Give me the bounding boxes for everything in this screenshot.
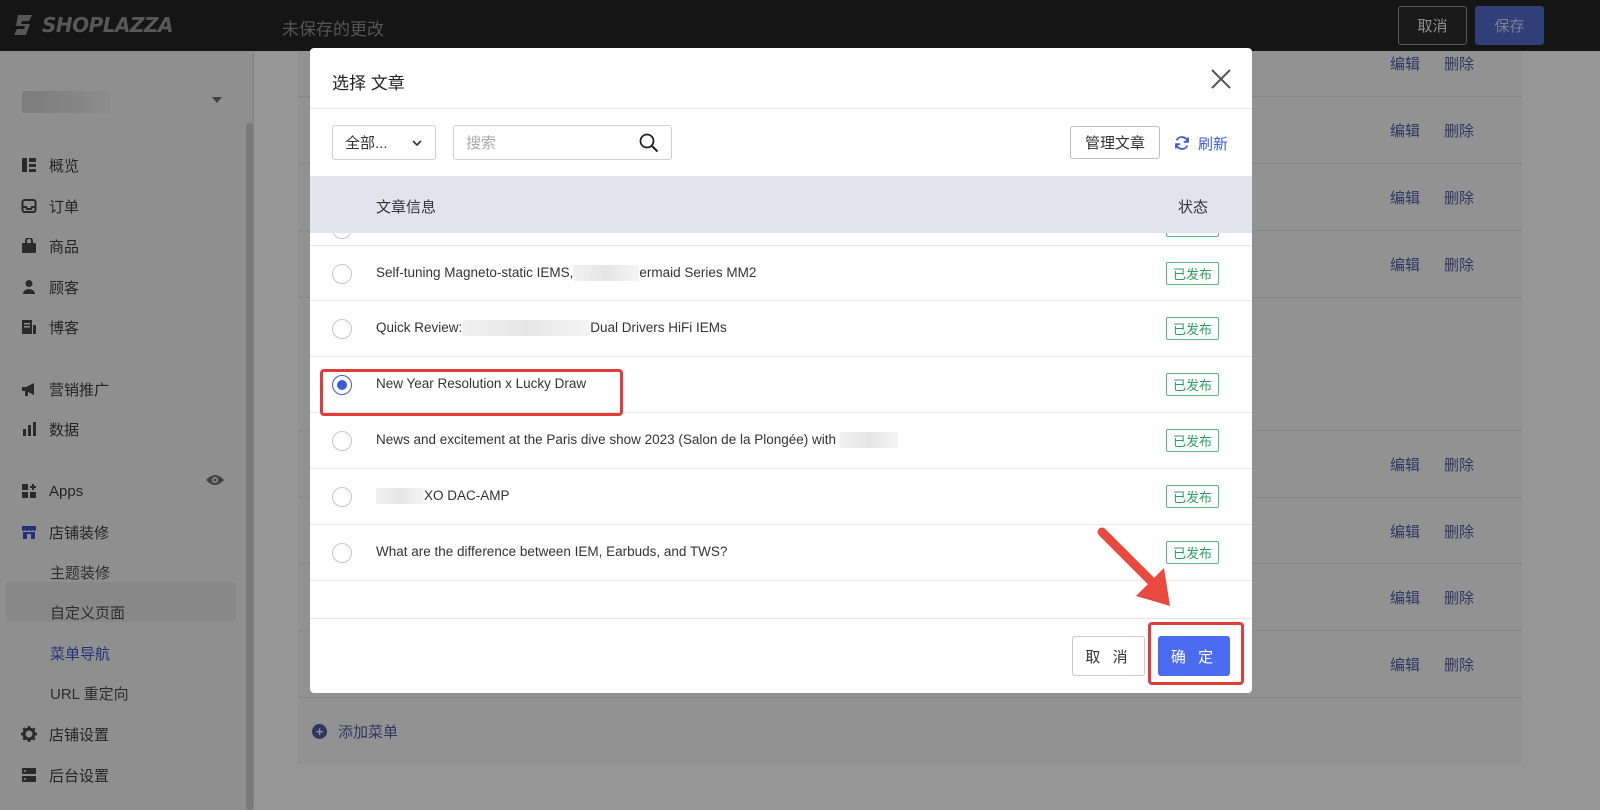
annotation-highlight-confirm bbox=[1148, 622, 1244, 685]
radio-button[interactable] bbox=[332, 543, 352, 563]
radio-button[interactable] bbox=[332, 487, 352, 507]
search-field[interactable] bbox=[453, 125, 672, 160]
search-input[interactable] bbox=[466, 133, 626, 153]
radio-button[interactable] bbox=[332, 431, 352, 451]
status-badge: 已发布 bbox=[1166, 373, 1219, 396]
table-row[interactable]: Self-tuning Magneto-static IEMS, ermaid S… bbox=[310, 245, 1252, 301]
status-badge: 已发布 bbox=[1166, 262, 1219, 285]
status-filter-select[interactable]: 全部... bbox=[332, 125, 436, 160]
column-header-status: 状态 bbox=[1178, 199, 1209, 216]
dialog-title: 选择 文章 bbox=[332, 74, 405, 93]
refresh-label: 刷新 bbox=[1198, 135, 1229, 153]
status-badge bbox=[1166, 233, 1219, 237]
radio-button[interactable] bbox=[332, 264, 352, 284]
filter-value: 全部... bbox=[345, 135, 388, 152]
article-title: XO DAC-AMP bbox=[376, 488, 510, 505]
chevron-down-icon bbox=[412, 140, 422, 147]
refresh-button[interactable]: 刷新 bbox=[1174, 132, 1228, 154]
manage-articles-button[interactable]: 管理文章 bbox=[1070, 126, 1160, 159]
dialog-header: 选择 文章 bbox=[310, 48, 1252, 109]
radio-button[interactable] bbox=[332, 319, 352, 339]
status-badge: 已发布 bbox=[1166, 485, 1219, 508]
close-icon[interactable] bbox=[1209, 67, 1233, 91]
redacted-text bbox=[840, 432, 899, 449]
status-badge: 已发布 bbox=[1166, 317, 1219, 340]
article-title: Self-tuning Magneto-static IEMS, ermaid S… bbox=[376, 265, 757, 282]
dialog-footer: 取 消 确 定 bbox=[310, 618, 1252, 693]
search-icon[interactable] bbox=[639, 133, 659, 153]
column-header-info: 文章信息 bbox=[376, 199, 437, 216]
table-row[interactable]: XO DAC-AMP 已发布 bbox=[310, 469, 1252, 525]
annotation-highlight-selected-row bbox=[320, 369, 623, 416]
table-row[interactable]: News and excitement at the Paris dive sh… bbox=[310, 413, 1252, 469]
article-title: Quick Review: Dual Drivers HiFi IEMs bbox=[376, 320, 727, 337]
refresh-icon bbox=[1175, 136, 1189, 150]
status-badge: 已发布 bbox=[1166, 429, 1219, 452]
redacted-text bbox=[376, 488, 424, 505]
annotation-arrow-icon bbox=[1097, 527, 1170, 606]
table-row[interactable]: Quick Review: Dual Drivers HiFi IEMs 已发布 bbox=[310, 301, 1252, 357]
article-title: News and excitement at the Paris dive sh… bbox=[376, 432, 899, 449]
radio-button[interactable] bbox=[332, 233, 352, 239]
table-header: 文章信息 状态 bbox=[310, 176, 1252, 233]
redacted-text bbox=[573, 265, 640, 282]
redacted-text bbox=[462, 320, 591, 337]
article-title: What are the difference between IEM, Ear… bbox=[376, 544, 728, 559]
dialog-cancel-button[interactable]: 取 消 bbox=[1072, 636, 1145, 676]
